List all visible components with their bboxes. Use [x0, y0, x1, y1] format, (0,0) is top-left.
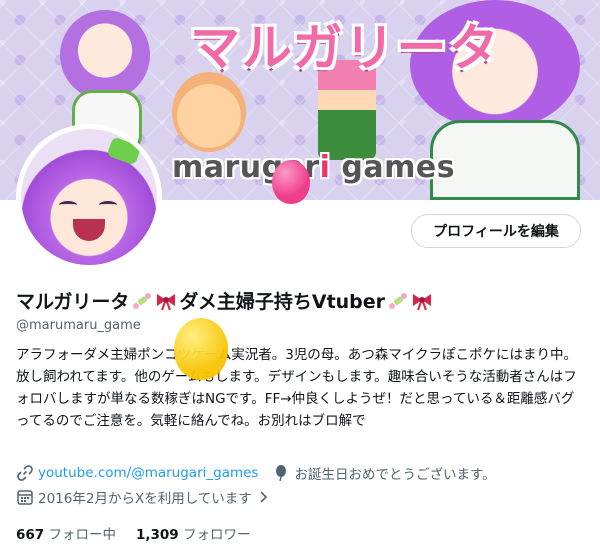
following-count: 667 — [16, 527, 45, 543]
profile-meta-row-2[interactable]: 2016年2月からXを利用しています — [16, 487, 276, 507]
followers-link[interactable]: 1,309 フォロワー — [136, 523, 251, 543]
joined-date: 2016年2月からXを利用しています — [38, 491, 252, 507]
balloon-icon — [276, 465, 287, 482]
banner-brand: marugari games — [172, 150, 455, 185]
calendar-icon — [17, 490, 33, 505]
followers-count: 1,309 — [135, 527, 179, 543]
avatar-eye-right — [99, 201, 117, 209]
follow-stats: 667 フォロー中 1,309 フォロワー — [16, 523, 250, 543]
profile-bio: アラフォーダメ主婦ポンコツゲーム実況者。3児の母。あつ森マイクラぽこポケにはまり… — [16, 347, 578, 429]
followers-label: フォロワー — [182, 527, 251, 543]
avatar-eye-left — [59, 201, 77, 209]
user-handle: @marumaru_game — [16, 318, 141, 333]
ribbon-icon — [413, 293, 432, 310]
candy-icon — [389, 292, 408, 309]
banner-character-chibi — [60, 10, 150, 100]
display-name: マルガリータ — [16, 291, 130, 313]
following-link[interactable]: 667 フォロー中 — [16, 523, 116, 543]
brand-right: games — [330, 150, 456, 185]
banner-title: マルガリータ — [190, 19, 501, 77]
avatar-mouth — [73, 219, 105, 241]
avatar-image — [21, 129, 157, 265]
following-label: フォロー中 — [48, 527, 116, 543]
balloon-decoration-yellow — [174, 318, 228, 380]
chevron-right-icon — [260, 491, 267, 503]
brand-accent: i — [319, 150, 331, 185]
display-name-row: マルガリータ ダメ主婦子持ちVtuber — [16, 287, 433, 314]
display-name-subtitle: ダメ主婦子持ちVtuber — [179, 291, 386, 313]
ribbon-icon — [157, 293, 176, 310]
avatar-bow — [106, 136, 142, 166]
birthday-text: お誕生日おめでとうございます。 — [294, 467, 496, 483]
link-icon — [17, 465, 33, 481]
avatar[interactable] — [16, 124, 162, 270]
candy-icon — [133, 292, 152, 309]
banner-character-peach — [172, 72, 246, 152]
profile-link[interactable]: youtube.com/@marugari_games — [38, 465, 258, 481]
balloon-decoration-pink — [272, 160, 310, 204]
profile-meta-row-1: youtube.com/@marugari_games お誕生日おめでとうござい… — [16, 463, 496, 483]
edit-profile-button[interactable]: プロフィールを編集 — [411, 214, 581, 248]
